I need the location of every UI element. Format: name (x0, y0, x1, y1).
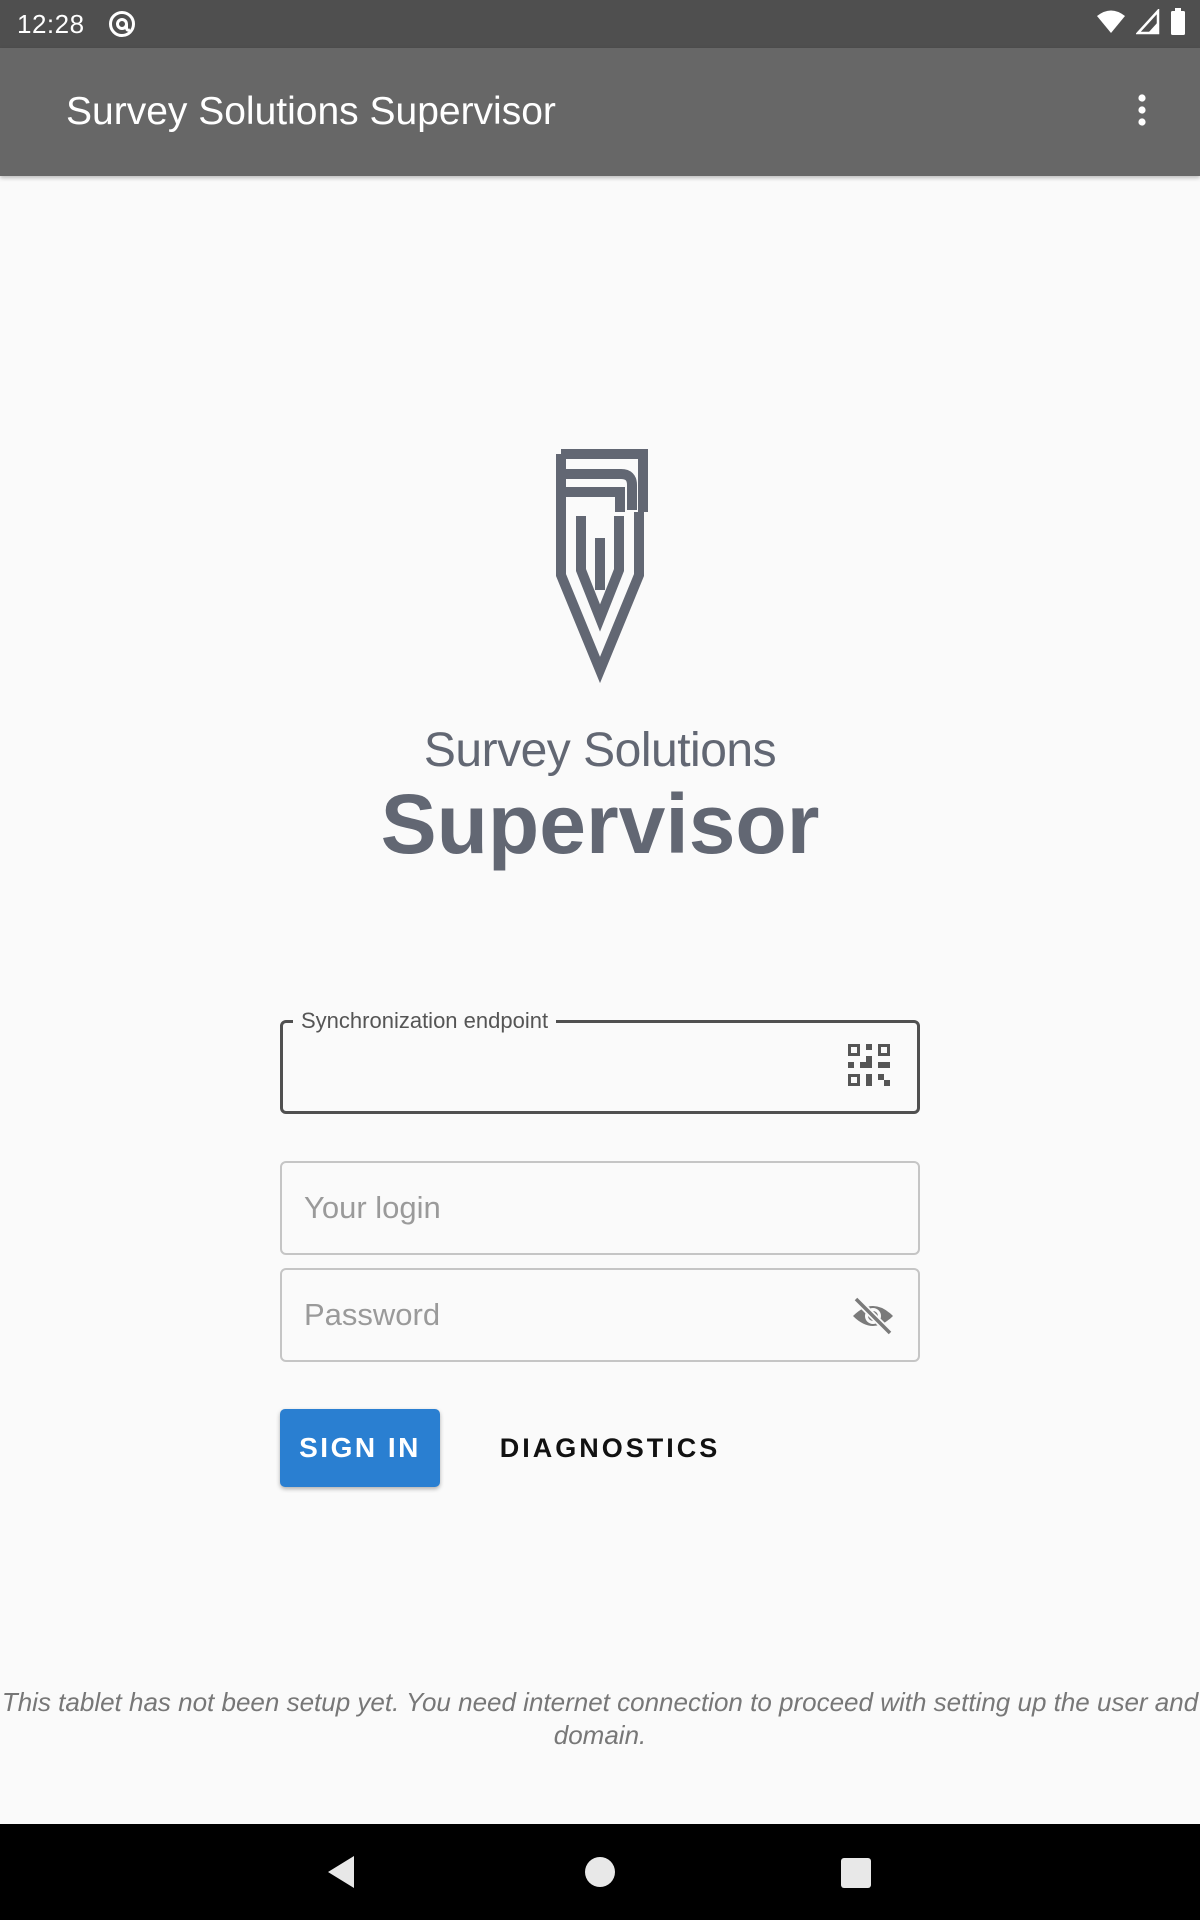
scan-qr-button[interactable] (847, 1043, 891, 1087)
login-field[interactable] (280, 1161, 920, 1255)
home-icon[interactable] (585, 1857, 615, 1887)
status-time: 12:28 (17, 8, 85, 39)
navigation-bar (0, 1824, 1200, 1920)
sign-in-button[interactable]: SIGN IN (280, 1409, 440, 1487)
status-bar: 12:28 (0, 0, 1200, 48)
password-field[interactable] (280, 1268, 920, 1362)
toggle-password-visibility-button[interactable] (850, 1294, 896, 1338)
synchronization-endpoint-field[interactable]: Synchronization endpoint (280, 1006, 920, 1114)
app-logo-icon (540, 440, 660, 690)
visibility-off-icon (850, 1296, 896, 1342)
app-bar: Survey Solutions Supervisor (0, 48, 1200, 176)
logo-subtitle: Survey Solutions (423, 724, 777, 777)
login-input[interactable] (304, 1163, 844, 1253)
diagnostics-button[interactable]: DIAGNOSTICS (490, 1409, 730, 1487)
status-icons (1096, 0, 1186, 48)
wifi-icon (1096, 9, 1126, 40)
more-vert-icon (1136, 93, 1148, 132)
synchronization-endpoint-input[interactable] (305, 1023, 845, 1111)
at-sign-icon (107, 9, 137, 39)
more-options-button[interactable] (1118, 88, 1166, 136)
app-title: Survey Solutions Supervisor (66, 90, 556, 133)
qr-code-icon (847, 1044, 891, 1091)
battery-icon (1170, 7, 1186, 41)
logo-title: Supervisor (380, 777, 820, 871)
recents-icon[interactable] (841, 1858, 871, 1888)
password-input[interactable] (304, 1270, 844, 1360)
setup-message: This tablet has not been setup yet. You … (1, 1687, 1199, 1750)
cellular-signal-icon (1135, 7, 1160, 40)
back-icon[interactable] (326, 1854, 356, 1890)
